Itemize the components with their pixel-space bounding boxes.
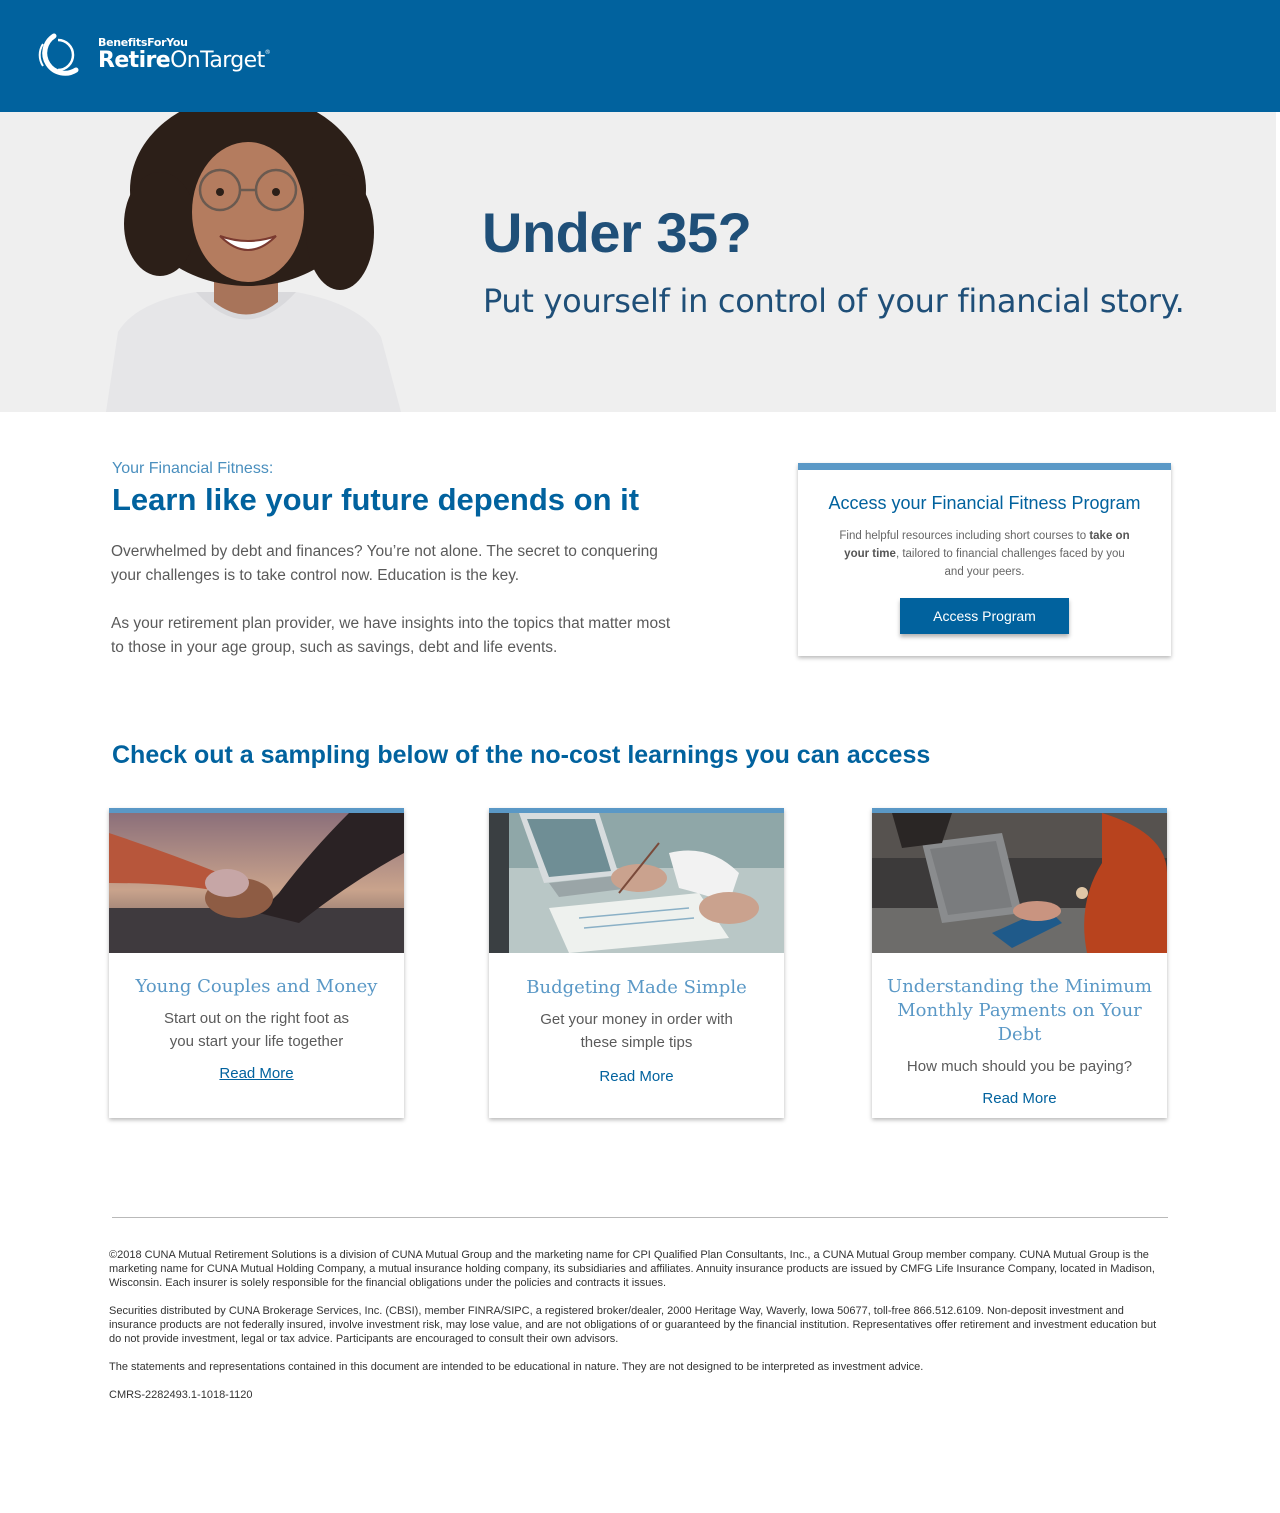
brand-big-regular: OnTarget — [170, 47, 265, 73]
card-description: Get your money in order with these simpl… — [540, 1011, 733, 1051]
brand-small-text: BenefitsForYou — [98, 37, 270, 48]
logo-circle-icon — [38, 33, 79, 76]
intro-paragraph-1: Overwhelmed by debt and finances? You’re… — [111, 543, 658, 584]
hero-banner: Under 35? Put yourself in control of you… — [0, 112, 1276, 412]
couple-holding-hands-photo — [109, 813, 404, 953]
brand-big-text: RetireOnTarget® — [98, 47, 271, 73]
card-description: How much should you be paying? — [906, 1058, 1133, 1075]
section-eyebrow: Your Financial Fitness: — [112, 460, 274, 477]
program-text-start: Find helpful resources including short c… — [839, 530, 1090, 542]
brand-big-bold: Retire — [98, 47, 171, 73]
hero-subtitle: Put yourself in control of your financia… — [483, 282, 1185, 320]
legal-disclosure-1: ©2018 CUNA Mutual Retirement Solutions i… — [109, 1249, 1155, 1289]
hero-portrait-image — [106, 112, 401, 412]
brand-logo[interactable]: BenefitsForYou RetireOnTarget® — [34, 30, 271, 78]
site-header: BenefitsForYou RetireOnTarget® — [0, 0, 1280, 112]
program-text-end: , tailored to financial challenges faced… — [895, 548, 1125, 578]
access-program-button[interactable]: Access Program — [900, 598, 1069, 634]
article-card-young-couples: Young Couples and Money Start out on the… — [109, 808, 404, 1118]
legal-disclosure-2: Securities distributed by CUNA Brokerage… — [109, 1305, 1157, 1345]
read-more-link[interactable]: Read More — [599, 1068, 673, 1085]
card-title: Young Couples and Money — [135, 976, 378, 997]
intro-paragraph-2: As your retirement plan provider, we hav… — [111, 615, 671, 656]
card-title: Budgeting Made Simple — [526, 977, 747, 998]
legal-disclosure-3: The statements and representations conta… — [109, 1361, 924, 1373]
program-description: Find helpful resources including short c… — [835, 527, 1135, 581]
card-title: Understanding the Minimum Monthly Paymen… — [887, 976, 1152, 1045]
budget-paperwork-laptop-photo — [489, 813, 784, 953]
program-title: Access your Financial Fitness Program — [828, 493, 1141, 513]
card-description: Start out on the right foot as you start… — [163, 1010, 350, 1050]
program-card: Access your Financial Fitness Program Fi… — [798, 463, 1171, 656]
tablet-payment-photo — [872, 813, 1167, 953]
footer-divider — [112, 1217, 1168, 1218]
brand-wordmark: BenefitsForYou RetireOnTarget® — [98, 37, 271, 73]
registered-mark: ® — [264, 48, 271, 56]
article-card-minimum-payments: Understanding the Minimum Monthly Paymen… — [872, 808, 1167, 1118]
intro-heading: Learn like your future depends on it — [112, 482, 640, 517]
read-more-link[interactable]: Read More — [219, 1065, 293, 1082]
hero-title: Under 35? — [482, 201, 752, 264]
sampling-heading: Check out a sampling below of the no-cos… — [112, 741, 931, 769]
article-card-budgeting: Budgeting Made Simple Get your money in … — [489, 808, 784, 1118]
document-code: CMRS-2282493.1-1018-1120 — [109, 1389, 253, 1401]
read-more-link[interactable]: Read More — [982, 1090, 1056, 1107]
